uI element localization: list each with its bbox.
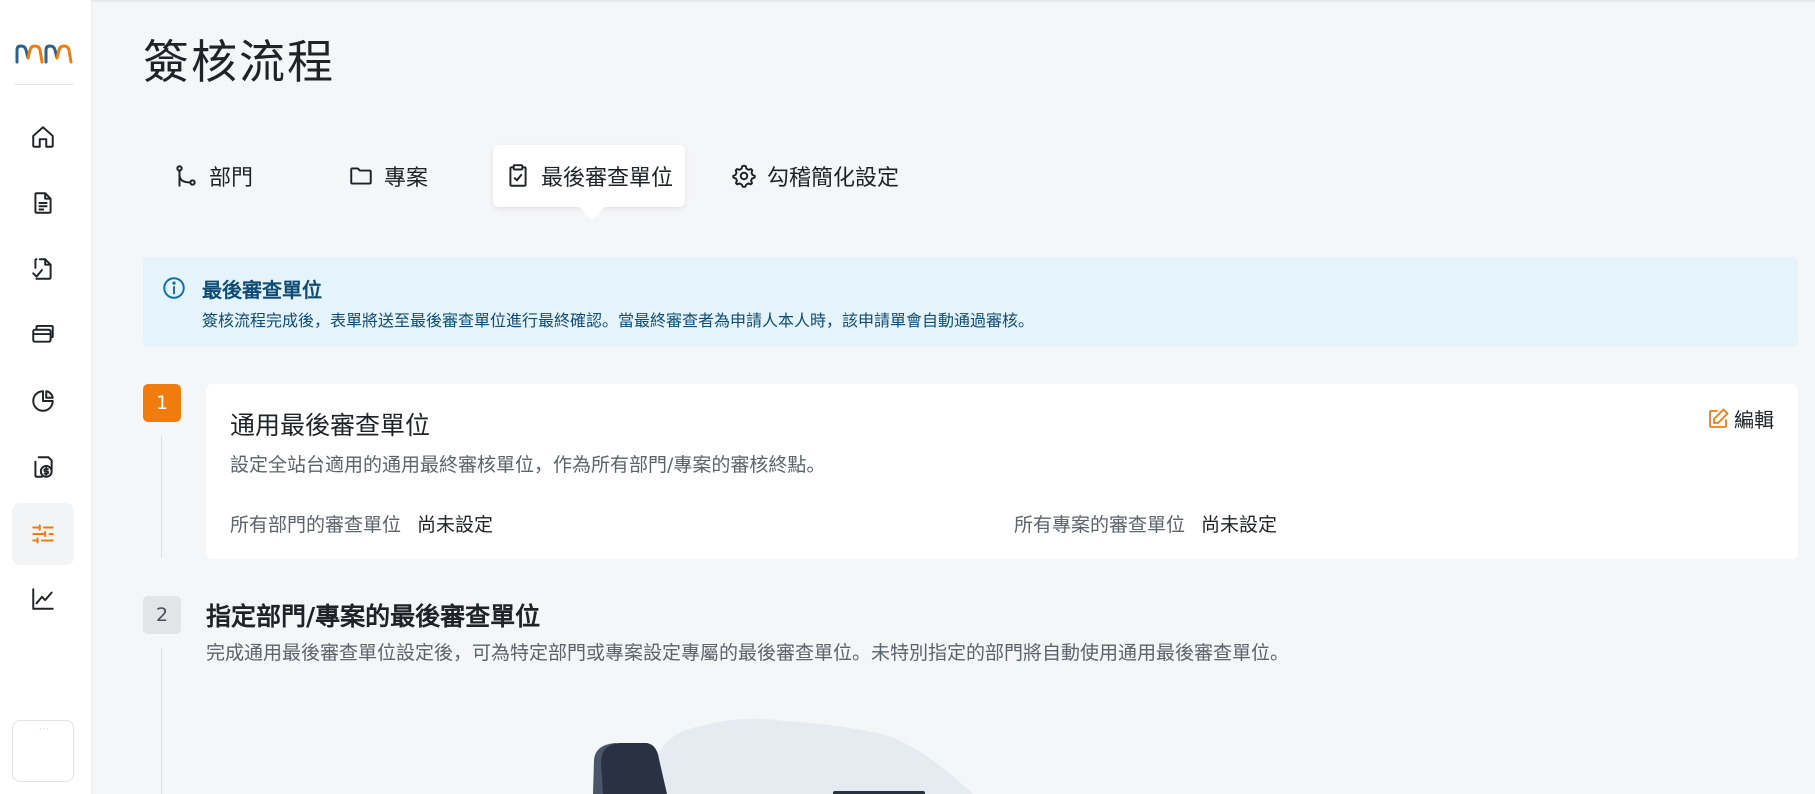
general-reviewer-card: 通用最後審查單位 設定全站台適用的通用最終審核單位，作為所有部門/專案的審核終點… — [206, 384, 1798, 559]
info-icon — [163, 277, 185, 299]
active-tab-indicator — [579, 207, 605, 220]
top-border — [0, 0, 1815, 2]
step-1-badge: 1 — [143, 384, 181, 422]
document-icon — [34, 192, 52, 214]
specific-reviewer-title: 指定部門/專案的最後審查單位 — [206, 602, 541, 631]
project-reviewer-value: 尚未設定 — [1201, 514, 1278, 536]
line-chart-icon — [32, 588, 54, 610]
home-icon — [32, 126, 54, 148]
project-reviewer-label: 所有專案的審查單位 — [1014, 514, 1186, 536]
cards-icon — [32, 324, 54, 343]
nav-payments[interactable] — [12, 436, 74, 498]
tab-department[interactable]: 部門 — [173, 145, 253, 207]
nav-reports[interactable] — [12, 370, 74, 432]
folder-icon — [350, 167, 372, 185]
brand-logo — [15, 44, 73, 64]
general-reviewer-title: 通用最後審查單位 — [230, 411, 431, 440]
tab-department-label: 部門 — [209, 166, 254, 191]
tab-project[interactable]: 專案 — [348, 145, 428, 207]
tab-project-label: 專案 — [384, 166, 429, 191]
project-reviewer-field: 所有專案的審查單位 尚未設定 — [1014, 510, 1277, 537]
gear-icon — [732, 164, 756, 188]
dept-reviewer-field: 所有部門的審查單位 尚未設定 — [230, 510, 493, 537]
general-reviewer-description: 設定全站台適用的通用最終審核單位，作為所有部門/專案的審核終點。 — [230, 454, 826, 476]
nav-documents[interactable] — [12, 172, 74, 234]
tab-simplify-settings[interactable]: 勾稽簡化設定 — [731, 145, 899, 207]
logo-divider — [14, 84, 74, 85]
sliders-icon — [32, 524, 54, 544]
clipboard-check-icon — [509, 164, 527, 187]
sidebar: ··· — [0, 0, 92, 794]
user-avatar[interactable]: ··· — [12, 720, 74, 782]
tab-final-reviewer[interactable]: 最後審查單位 — [493, 145, 686, 207]
money-doc-icon — [34, 456, 53, 478]
edit-button-label: 編輯 — [1734, 408, 1774, 432]
nav-home[interactable] — [12, 106, 74, 168]
nav-cards[interactable] — [12, 302, 74, 364]
dept-reviewer-label: 所有部門的審查單位 — [230, 514, 402, 536]
info-title: 最後審查單位 — [202, 278, 322, 302]
branch-icon — [176, 165, 196, 187]
empty-state-illustration — [593, 718, 973, 794]
file-check-icon — [32, 258, 52, 280]
info-alert: 最後審查單位 簽核流程完成後，表單將送至最後審查單位進行最終確認。當最終審查者為… — [143, 257, 1798, 347]
edit-icon — [1709, 408, 1729, 428]
nav-analytics[interactable] — [12, 568, 74, 630]
step-connector — [161, 436, 162, 558]
tab-final-reviewer-label: 最後審查單位 — [541, 166, 674, 191]
nav-settings[interactable] — [12, 503, 74, 565]
page-title: 簽核流程 — [143, 35, 335, 89]
tab-bar: 部門 專案 最後審查單位 勾稽簡化設定 — [143, 145, 943, 207]
dept-reviewer-value: 尚未設定 — [417, 514, 494, 536]
info-text: 簽核流程完成後，表單將送至最後審查單位進行最終確認。當最終審查者為申請人本人時，… — [202, 311, 1035, 330]
pie-chart-icon — [32, 390, 54, 412]
tab-simplify-settings-label: 勾稽簡化設定 — [767, 166, 900, 191]
specific-reviewer-description: 完成通用最後審查單位設定後，可為特定部門或專案設定專屬的最後審查單位。未特別指定… — [206, 642, 1290, 664]
avatar-placeholder: ··· — [39, 725, 50, 734]
nav-review[interactable] — [12, 238, 74, 300]
edit-button[interactable]: 編輯 — [1706, 404, 1774, 433]
step-connector — [161, 648, 162, 794]
step-2-badge: 2 — [143, 596, 181, 634]
